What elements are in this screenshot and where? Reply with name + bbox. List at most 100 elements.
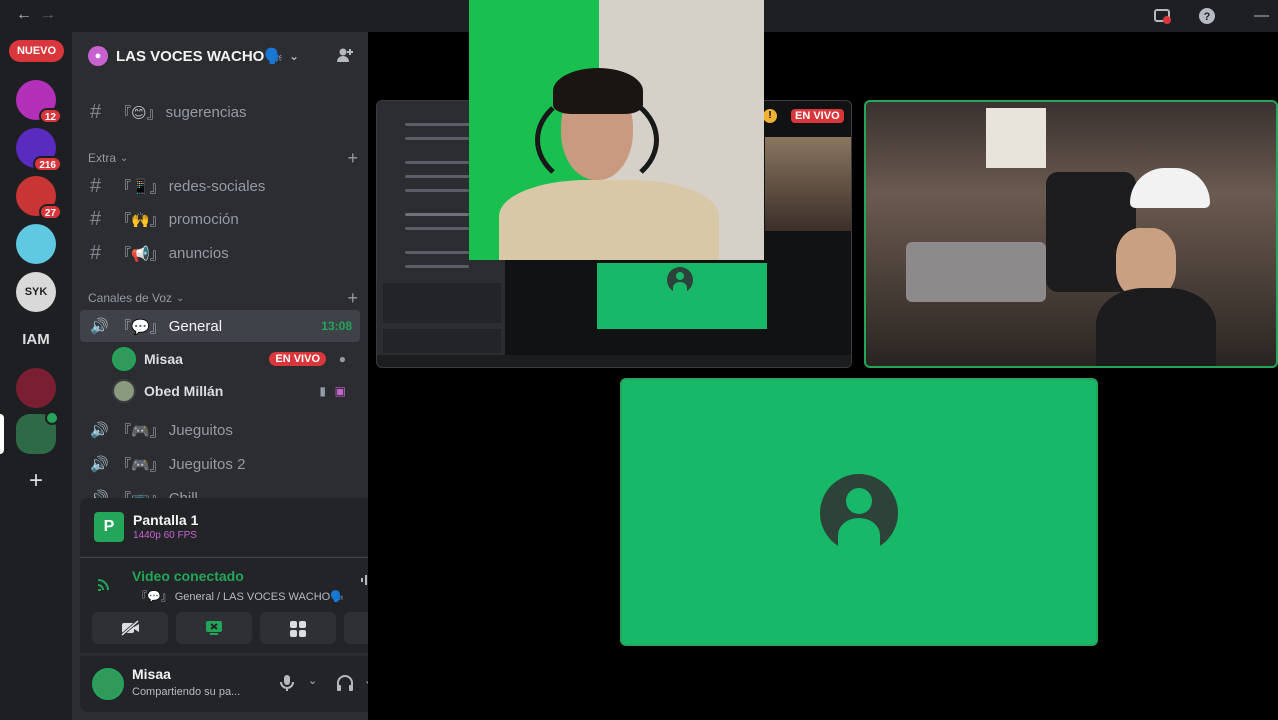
video-stage: ! EN VIVO <box>368 0 1278 720</box>
channel-emoji: 『😊』 <box>116 104 162 122</box>
hash-icon: # <box>90 100 102 123</box>
channel-redes-sociales[interactable]: # 『📱』 redes-sociales <box>80 170 360 202</box>
connection-channel[interactable]: 『💬』 General / LAS VOCES WACHO🗣️ <box>136 588 344 604</box>
user-name[interactable]: Misaa <box>132 666 171 682</box>
server-badge: 12 <box>38 108 62 124</box>
back-arrow-icon[interactable]: ← <box>16 6 32 24</box>
speaker-icon: 🔊 <box>90 422 109 439</box>
category-extra[interactable]: Extra ⌄ + <box>88 146 358 170</box>
connection-status[interactable]: Video conectado <box>132 568 244 584</box>
share-screen-button[interactable] <box>176 612 252 644</box>
server-icon-2[interactable]: 216 <box>16 128 62 172</box>
person-shirt <box>499 180 719 260</box>
channel-promocion[interactable]: # 『🙌』 promoción <box>80 203 360 235</box>
video-camera-icon: ▮ <box>319 384 326 398</box>
channel-name: redes-sociales <box>168 177 266 195</box>
shared-line <box>405 161 469 164</box>
channel-name: promoción <box>168 210 239 228</box>
chevron-down-icon: ⌄ <box>120 152 129 164</box>
category-voice[interactable]: Canales de Voz ⌄ + <box>88 286 358 310</box>
channel-sidebar: ● LAS VOCES WACHO🗣️ ⌄ # 『😊』 sugerencias … <box>72 32 368 720</box>
shared-panel <box>383 329 501 353</box>
shared-line <box>405 251 469 254</box>
inbox-icon[interactable] <box>1153 7 1171 25</box>
voice-channel-general[interactable]: 🔊 『💬』 General 13:08 <box>80 310 360 342</box>
live-badge: EN VIVO <box>791 109 844 123</box>
selected-server-indicator <box>0 414 4 454</box>
screen-share-icon: P <box>94 512 124 542</box>
add-server-button[interactable]: + <box>16 462 56 502</box>
chevron-down-icon: ⌄ <box>289 49 300 63</box>
channel-emoji: 『🎮』 <box>116 422 165 440</box>
chevron-down-icon[interactable]: ⌄ <box>308 674 317 687</box>
live-badge: EN VIVO <box>269 352 326 366</box>
server-header[interactable]: ● LAS VOCES WACHO🗣️ ⌄ <box>72 32 368 80</box>
server-icon-creator[interactable]: 27 <box>16 176 62 220</box>
shared-line <box>405 265 469 268</box>
server-icon-voces[interactable] <box>16 411 59 454</box>
noise-suppression-icon[interactable] <box>360 572 368 588</box>
channel-emoji: 『📱』 <box>116 178 165 196</box>
voice-activity-icon <box>45 411 59 425</box>
shared-panel <box>383 283 501 323</box>
user-placeholder-icon <box>820 474 898 552</box>
voice-channel-jueguitos-2[interactable]: 🔊 『🎮』 Jueguitos 2 <box>80 448 360 480</box>
server-icon-4[interactable] <box>16 224 56 264</box>
minimize-icon[interactable]: — <box>1254 7 1269 24</box>
room-window <box>986 108 1046 168</box>
user-status: Compartiendo su pa... <box>132 686 241 698</box>
channel-sugerencias[interactable]: # 『😊』 sugerencias <box>80 96 360 128</box>
shared-line <box>405 137 469 140</box>
server-icon-iam[interactable]: IAM <box>16 320 56 360</box>
category-label: Extra <box>88 151 117 165</box>
shared-green-tile <box>597 263 767 329</box>
channel-emoji: 『📢』 <box>116 245 165 263</box>
server-icon-syk[interactable]: SYK <box>16 272 56 312</box>
avatar <box>112 347 136 371</box>
camera-tile-misaa[interactable] <box>620 378 1098 646</box>
server-icon-7[interactable] <box>16 368 56 408</box>
voice-connection-panel: Video conectado 『💬』 General / LAS VOCES … <box>80 557 368 653</box>
channel-name: Jueguitos <box>168 421 233 439</box>
webcam-overlay <box>469 0 764 260</box>
person <box>1096 188 1216 366</box>
user-panel: Misaa Compartiendo su pa... ⌄ ⌄ <box>80 656 368 712</box>
server-icon-1[interactable]: 12 <box>16 80 62 124</box>
add-channel-icon[interactable]: + <box>347 148 358 169</box>
forward-arrow-icon[interactable]: → <box>40 6 56 24</box>
add-channel-icon[interactable]: + <box>347 288 358 309</box>
soundboard-button[interactable] <box>344 612 368 644</box>
microphone-icon[interactable] <box>280 674 294 692</box>
hash-icon: # <box>90 207 102 230</box>
camera-tile-obed[interactable] <box>864 100 1278 368</box>
headset <box>535 90 659 190</box>
server-name: LAS VOCES WACHO🗣️ <box>116 48 284 65</box>
voice-user-name: Misaa <box>144 351 183 367</box>
channel-emoji: 『🎮』 <box>116 456 165 474</box>
channel-name: General <box>168 317 223 335</box>
category-label: Canales de Voz <box>88 291 173 305</box>
new-badge[interactable]: NUEVO <box>9 40 64 62</box>
warning-icon: ! <box>763 109 777 123</box>
invite-people-icon[interactable] <box>336 46 354 64</box>
avatar[interactable] <box>92 668 124 700</box>
server-avatar-icon: ● <box>88 46 108 66</box>
activities-button[interactable] <box>260 612 336 644</box>
help-icon[interactable]: ? <box>1198 7 1216 25</box>
voice-channel-jueguitos[interactable]: 🔊 『🎮』 Jueguitos <box>80 414 360 446</box>
headphones-icon[interactable] <box>336 674 354 692</box>
shared-line <box>405 213 469 216</box>
hash-icon: # <box>90 174 102 197</box>
shared-line <box>405 227 469 230</box>
speaker-icon: 🔊 <box>90 456 109 473</box>
voice-user-obed[interactable]: Obed Millán ▮ ▣ <box>112 376 352 406</box>
screen-share-title: Pantalla 1 <box>133 512 199 528</box>
shared-taskbar <box>377 355 851 367</box>
voice-user-misaa[interactable]: Misaa EN VIVO ● <box>112 344 352 374</box>
server-badge: 216 <box>33 156 62 172</box>
camera-off-button[interactable] <box>92 612 168 644</box>
server-badge: 27 <box>38 204 62 220</box>
channel-anuncios[interactable]: # 『📢』 anuncios <box>80 237 360 269</box>
shared-line <box>405 175 469 178</box>
screen-share-panel: P Pantalla 1 1440p 60 FPS <box>80 498 368 556</box>
